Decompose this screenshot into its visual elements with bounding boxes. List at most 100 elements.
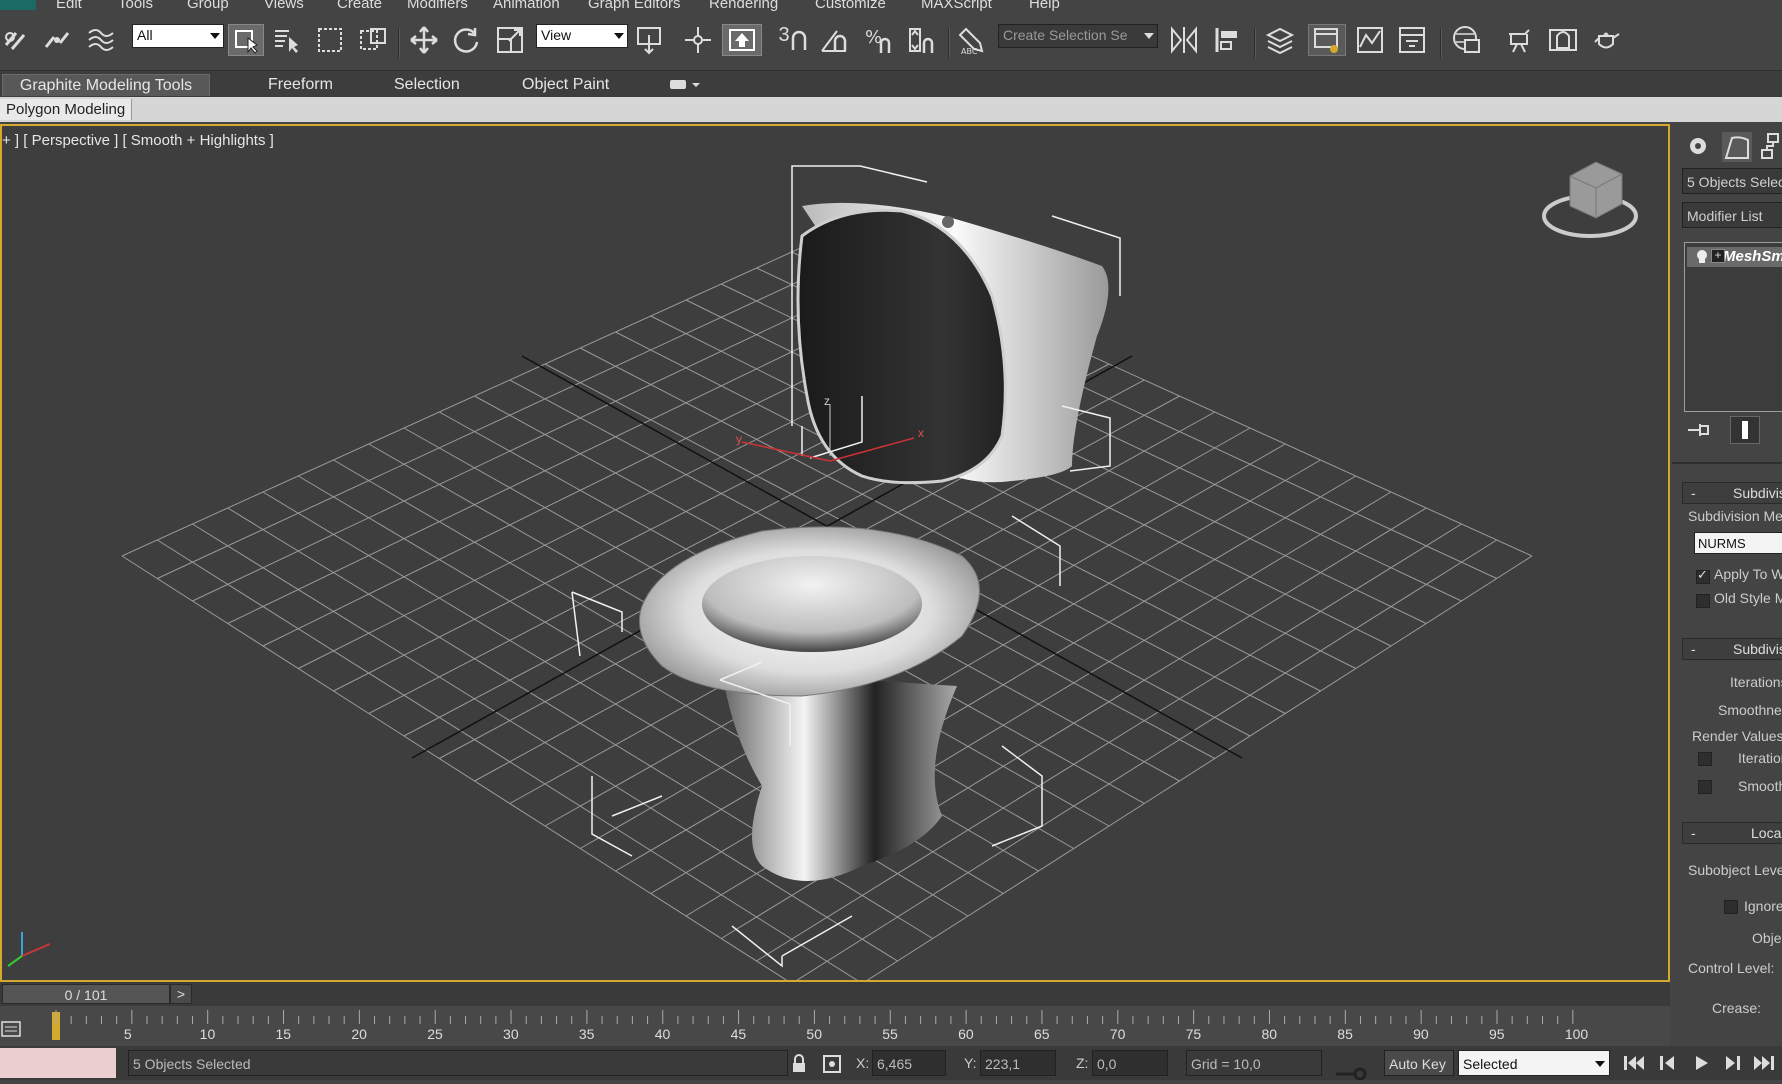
previous-frame-icon[interactable] bbox=[1656, 1054, 1680, 1076]
selection-filter-dropdown[interactable]: All bbox=[132, 24, 224, 48]
next-frame-button[interactable]: > bbox=[170, 984, 192, 1004]
select-by-name-icon[interactable] bbox=[270, 24, 304, 56]
unlink-icon[interactable] bbox=[40, 24, 74, 56]
manipulate-icon[interactable] bbox=[680, 24, 716, 56]
rect-selection-region-icon[interactable] bbox=[314, 24, 348, 56]
window-crossing-icon[interactable] bbox=[356, 24, 390, 56]
key-filter-dropdown[interactable]: Selected bbox=[1458, 1050, 1610, 1076]
pivot-center-icon[interactable] bbox=[632, 24, 668, 56]
pin-stack-icon[interactable] bbox=[1686, 420, 1712, 444]
play-icon[interactable] bbox=[1690, 1054, 1712, 1076]
rendered-frame-window-icon[interactable] bbox=[1544, 24, 1582, 56]
hierarchy-tab-icon[interactable] bbox=[1760, 132, 1782, 162]
apply-to-whole-mesh-checkbox[interactable] bbox=[1696, 567, 1710, 584]
tab-object-paint[interactable]: Object Paint bbox=[508, 74, 623, 96]
edit-named-selection-icon[interactable]: ABC bbox=[956, 24, 990, 56]
track-tick-label: 30 bbox=[503, 1026, 519, 1042]
graphite-toggle-icon[interactable] bbox=[1308, 24, 1346, 56]
curve-editor-icon[interactable] bbox=[1352, 24, 1388, 56]
next-frame-icon[interactable] bbox=[1720, 1054, 1744, 1076]
track-tick-label: 90 bbox=[1413, 1026, 1429, 1042]
modifier-list-dropdown[interactable]: Modifier List bbox=[1682, 202, 1782, 228]
menu-maxscript[interactable]: MAXScript bbox=[921, 0, 992, 12]
align-icon[interactable] bbox=[1210, 24, 1246, 56]
object-name-field[interactable]: 5 Objects Selected bbox=[1682, 168, 1782, 194]
go-to-end-icon[interactable] bbox=[1752, 1054, 1778, 1076]
app-icon[interactable] bbox=[0, 0, 36, 10]
layer-manager-icon[interactable] bbox=[1262, 24, 1298, 56]
render-production-teapot-icon[interactable] bbox=[1588, 24, 1626, 56]
move-icon[interactable] bbox=[406, 24, 442, 56]
lightbulb-icon[interactable] bbox=[1695, 249, 1709, 269]
auto-key-button[interactable]: Auto Key bbox=[1384, 1050, 1454, 1076]
old-style-mapping-checkbox[interactable] bbox=[1696, 594, 1710, 608]
schematic-view-icon[interactable] bbox=[1394, 24, 1430, 56]
menu-create[interactable]: Create bbox=[337, 0, 382, 12]
toilet-bowl-opening bbox=[702, 556, 922, 652]
render-iterations-checkbox[interactable] bbox=[1698, 752, 1712, 766]
menu-graph-editors[interactable]: Graph Editors bbox=[588, 0, 681, 12]
maxscript-listener-mini[interactable] bbox=[0, 1048, 116, 1078]
menu-edit[interactable]: Edit bbox=[56, 0, 82, 12]
viewcube[interactable] bbox=[1542, 161, 1638, 238]
scene-canvas[interactable] bbox=[2, 126, 1668, 980]
ribbon-options-icon[interactable] bbox=[668, 77, 702, 97]
y-coordinate-field[interactable]: 223,1 bbox=[980, 1050, 1056, 1076]
snaps-toggle-icon[interactable]: 3 bbox=[776, 24, 810, 56]
menu-modifiers[interactable]: Modifiers bbox=[407, 0, 468, 12]
mini-curve-editor-icon[interactable] bbox=[0, 1018, 22, 1042]
track-tick-label: 55 bbox=[882, 1026, 898, 1042]
menu-customize[interactable]: Customize bbox=[815, 0, 886, 12]
go-to-start-icon[interactable] bbox=[1622, 1054, 1646, 1076]
rollout-local-control[interactable]: -Local Control bbox=[1682, 822, 1782, 844]
x-coordinate-field[interactable]: 6,465 bbox=[872, 1050, 946, 1076]
create-tab-icon[interactable] bbox=[1684, 132, 1714, 162]
show-end-result-icon[interactable] bbox=[1730, 416, 1760, 444]
render-setup-icon[interactable] bbox=[1500, 24, 1538, 56]
percent-snap-icon[interactable]: % bbox=[860, 24, 896, 56]
spinner-snap-icon[interactable] bbox=[904, 24, 940, 56]
link-icon[interactable] bbox=[0, 24, 34, 56]
perspective-viewport[interactable]: + ] [ Perspective ] [ Smooth + Highlight… bbox=[0, 124, 1670, 982]
set-key-icon[interactable] bbox=[1334, 1066, 1368, 1084]
tab-freeform[interactable]: Freeform bbox=[254, 74, 347, 96]
modify-tab-icon[interactable] bbox=[1722, 132, 1752, 162]
rollout-subdivision-method[interactable]: -Subdivision Method bbox=[1682, 482, 1782, 504]
time-slider-thumb[interactable]: 0 / 101 bbox=[2, 984, 170, 1004]
expand-icon[interactable]: + bbox=[1711, 249, 1725, 263]
scale-icon[interactable] bbox=[492, 24, 528, 56]
track-tick-label: 95 bbox=[1488, 1026, 1505, 1042]
menu-tools[interactable]: Tools bbox=[118, 0, 153, 12]
time-slider[interactable]: 0 / 101 > bbox=[0, 982, 1670, 1006]
rotate-icon[interactable] bbox=[448, 24, 484, 56]
track-bar[interactable]: 5 10 15 20 25 30 35 40 45 50 55 60 65 70 75 80 85 90 95 100 bbox=[0, 1006, 1670, 1046]
tab-graphite-modeling-tools[interactable]: Graphite Modeling Tools bbox=[2, 74, 210, 96]
select-object-icon[interactable] bbox=[228, 24, 264, 56]
reference-coordinate-dropdown[interactable]: View bbox=[536, 24, 628, 48]
angle-snap-icon[interactable] bbox=[816, 24, 852, 56]
menu-views[interactable]: Views bbox=[264, 0, 304, 12]
track-tick-label: 75 bbox=[1185, 1026, 1202, 1042]
subdivision-method-dropdown[interactable]: NURMS bbox=[1694, 532, 1782, 554]
menu-animation[interactable]: Animation bbox=[493, 0, 560, 12]
menu-rendering[interactable]: Rendering bbox=[709, 0, 778, 12]
modifier-stack[interactable]: MeshSmooth + bbox=[1684, 242, 1782, 412]
material-editor-icon[interactable] bbox=[1448, 24, 1486, 56]
rollout-title: Local Control bbox=[1751, 825, 1782, 841]
tab-selection[interactable]: Selection bbox=[380, 74, 474, 96]
menu-help[interactable]: Help bbox=[1029, 0, 1060, 12]
render-smoothness-checkbox[interactable] bbox=[1698, 780, 1712, 794]
menu-group[interactable]: Group bbox=[187, 0, 229, 12]
z-coordinate-field[interactable]: 0,0 bbox=[1092, 1050, 1168, 1076]
named-selection-sets-dropdown[interactable]: Create Selection Se bbox=[998, 24, 1158, 48]
rollout-subdivision-amount[interactable]: -Subdivision Amount bbox=[1682, 638, 1782, 660]
keyboard-shortcut-override-icon[interactable] bbox=[722, 24, 762, 56]
selection-lock-icon[interactable] bbox=[790, 1054, 808, 1078]
mirror-icon[interactable] bbox=[1166, 24, 1202, 56]
bind-spacewarp-icon[interactable] bbox=[84, 24, 118, 56]
toilet-pedestal[interactable] bbox=[722, 671, 957, 881]
absolute-mode-icon[interactable] bbox=[822, 1054, 844, 1078]
polygon-modeling-panel[interactable]: Polygon Modeling bbox=[0, 99, 133, 120]
rollout-title: Subdivision Amount bbox=[1733, 641, 1782, 657]
ignore-backfacing-checkbox[interactable] bbox=[1724, 900, 1738, 914]
